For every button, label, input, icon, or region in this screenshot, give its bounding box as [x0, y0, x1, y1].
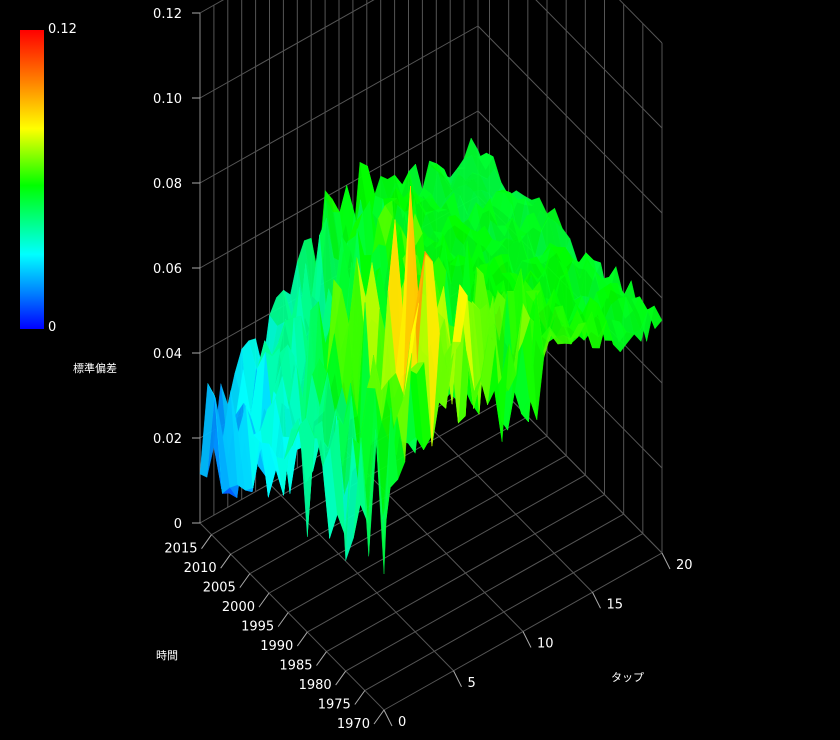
z-tick-label: 0.12: [153, 7, 182, 22]
tap-tick-mark: [522, 631, 532, 648]
z-tick-label: 0.08: [153, 177, 182, 192]
time-tick-mark: [373, 709, 385, 725]
tap-tick-mark: [383, 709, 393, 727]
time-tick-label: 2005: [203, 581, 236, 596]
tap-tick-label: 5: [468, 676, 476, 691]
time-tick-mark: [296, 631, 308, 647]
surface-facet: [299, 417, 315, 537]
tap-tick-label: 0: [398, 715, 406, 730]
time-tick-mark: [316, 651, 327, 666]
tap-tick-label: 10: [537, 637, 554, 652]
time-tick-mark: [354, 690, 366, 705]
tap-tick-mark: [453, 670, 462, 687]
time-tick-label: 1980: [299, 678, 332, 693]
z-axis-title: 標準偏差: [73, 361, 117, 375]
time-tick-label: 1990: [260, 639, 293, 654]
time-axis-title: 時間: [156, 649, 178, 662]
tap-tick-label: 15: [607, 597, 624, 612]
tap-tick-mark: [592, 592, 601, 609]
tap-tick-mark: [661, 552, 671, 570]
z-tick-label: 0.10: [153, 92, 182, 107]
time-tick-mark: [239, 573, 251, 588]
time-tick-mark: [220, 553, 232, 569]
floor-gridline-tap: [199, 522, 385, 711]
time-tick-label: 1985: [279, 659, 312, 674]
tap-axis-title: タップ: [611, 671, 644, 684]
surface-plot: 0 0.02 0.04 0.06 0.08 0.10 0.12 1970 1975 1980 198…: [73, 0, 693, 732]
side-wall-gridline: [477, 25, 663, 214]
time-tick-label: 2000: [222, 600, 255, 615]
z-tick-label: 0.06: [153, 262, 182, 277]
z-tick-label: 0: [174, 517, 182, 532]
time-tick-label: 2015: [164, 542, 197, 557]
z-tick-label: 0.04: [153, 347, 182, 362]
time-tick-label: 1970: [337, 717, 370, 732]
time-tick-mark: [335, 670, 347, 686]
z-tick-label: 0.02: [153, 432, 182, 447]
time-tick-label: 1975: [318, 698, 351, 713]
time-tick-mark: [258, 592, 270, 608]
tap-tick-label: 20: [676, 558, 693, 573]
time-tick-mark: [277, 612, 289, 627]
side-wall-gridline: [535, 0, 663, 129]
time-tick-mark: [201, 534, 212, 549]
side-wall-gridline: [618, 0, 663, 44]
time-tick-label: 1995: [241, 620, 274, 635]
time-tick-label: 2010: [184, 561, 217, 576]
